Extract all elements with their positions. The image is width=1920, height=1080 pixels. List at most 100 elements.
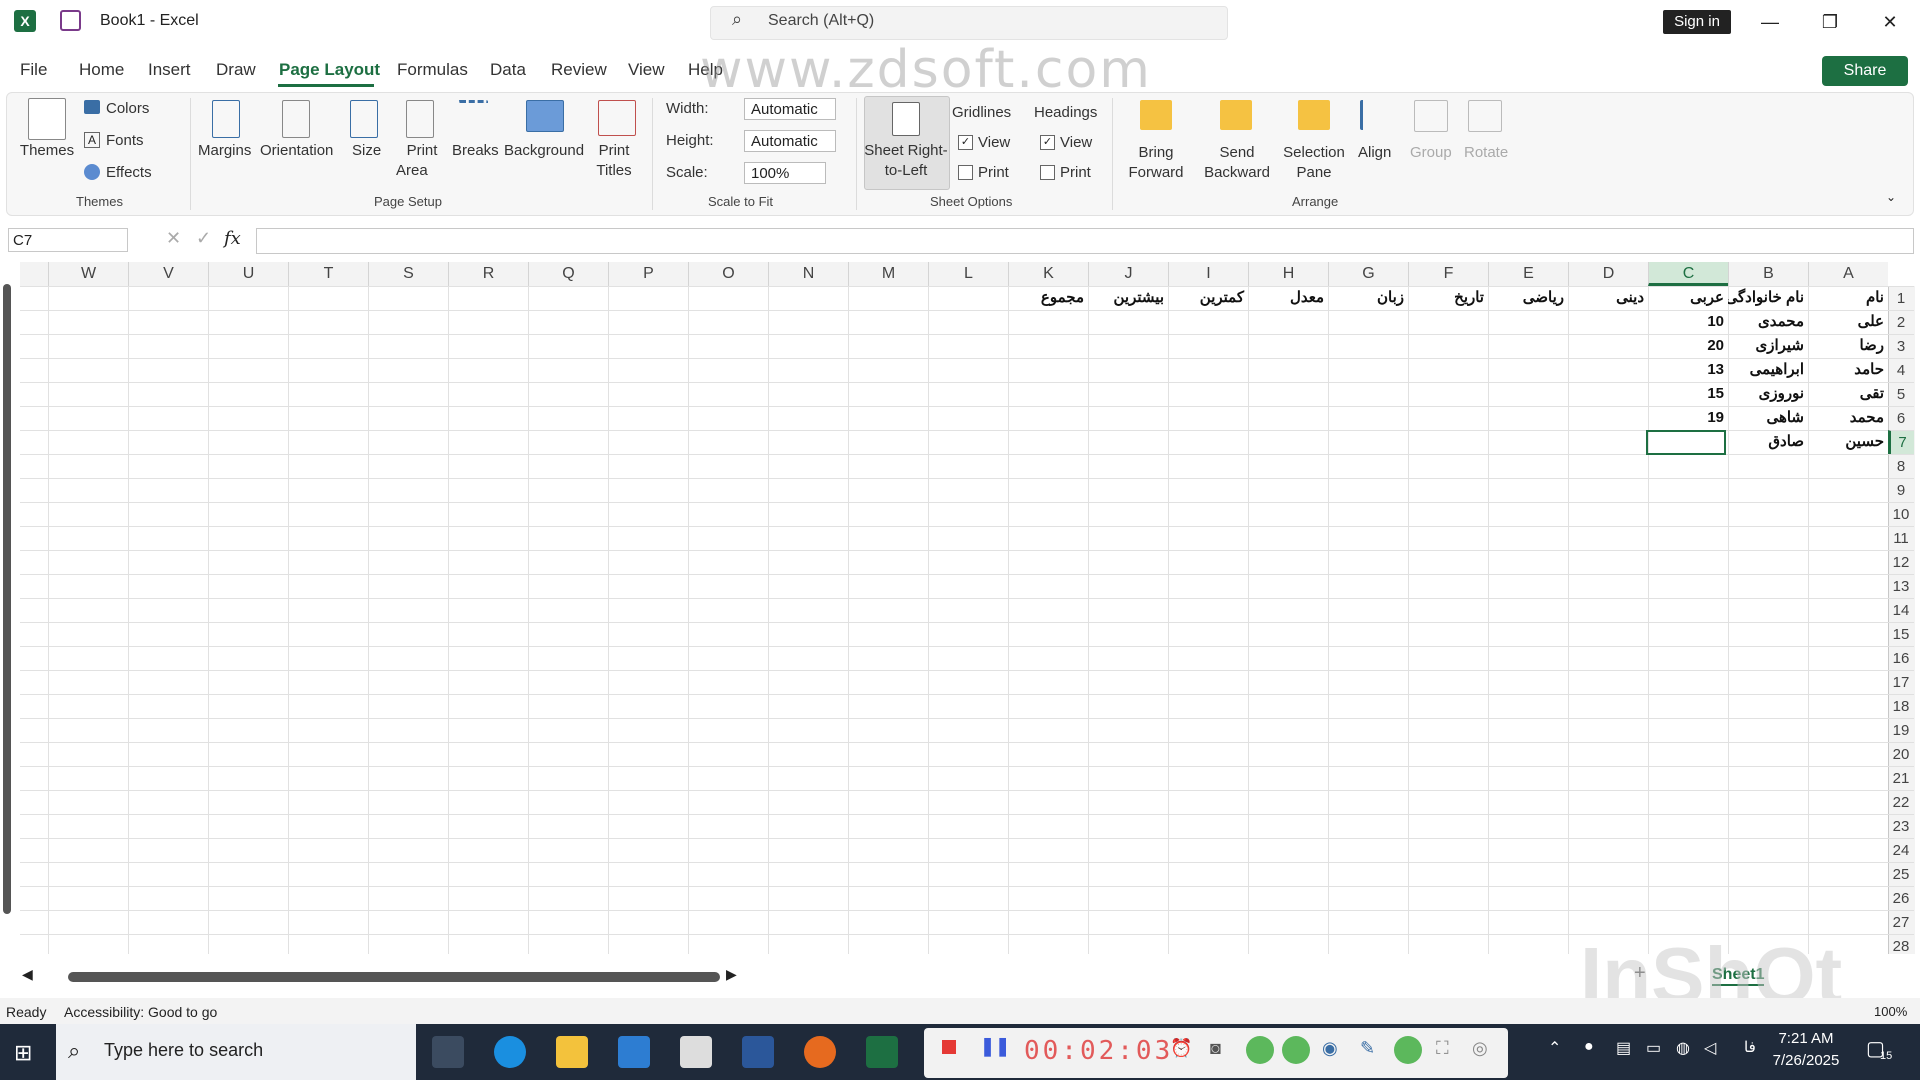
send-backward-label-1[interactable]: Send	[1198, 144, 1276, 162]
globe-icon[interactable]: ◍	[1676, 1038, 1690, 1058]
scroll-left-icon[interactable]: ◀	[22, 966, 33, 983]
column-header-v[interactable]: V	[128, 262, 208, 286]
column-header-f[interactable]: F	[1408, 262, 1488, 286]
confirm-entry-icon[interactable]: ✓	[196, 228, 211, 249]
cell-a5[interactable]: تقی	[1808, 382, 1888, 406]
row-header-5[interactable]: 5	[1888, 382, 1914, 406]
column-header-g[interactable]: G	[1328, 262, 1408, 286]
speaker-icon[interactable]	[1246, 1036, 1274, 1064]
language-indicator[interactable]: فا	[1744, 1038, 1756, 1056]
print-titles-label-1[interactable]: Print	[596, 142, 632, 160]
column-header-u[interactable]: U	[208, 262, 288, 286]
fullscreen-icon[interactable]: ⛶	[1436, 1038, 1449, 1059]
selection-pane-label-2[interactable]: Pane	[1276, 164, 1352, 182]
row-header-28[interactable]: 28	[1888, 934, 1914, 958]
cursor-icon[interactable]	[1394, 1036, 1422, 1064]
column-header-j[interactable]: J	[1088, 262, 1168, 286]
alarm-icon[interactable]: ⏰	[1170, 1038, 1192, 1059]
height-dropdown[interactable]: Automatic	[744, 130, 836, 152]
cell-a3[interactable]: رضا	[1808, 334, 1888, 358]
row-header-2[interactable]: 2	[1888, 310, 1914, 334]
column-header-l[interactable]: L	[928, 262, 1008, 286]
column-header-h[interactable]: H	[1248, 262, 1328, 286]
row-header-25[interactable]: 25	[1888, 862, 1914, 886]
cell-b7[interactable]: صادق	[1728, 430, 1808, 454]
microphone-icon[interactable]	[1282, 1036, 1310, 1064]
tray-chevron-icon[interactable]: ⌃	[1548, 1038, 1561, 1058]
cell-b5[interactable]: نوروزی	[1728, 382, 1808, 406]
row-header-3[interactable]: 3	[1888, 334, 1914, 358]
column-header-m[interactable]: M	[848, 262, 928, 286]
cell-h1[interactable]: معدل	[1248, 286, 1328, 310]
row-header-4[interactable]: 4	[1888, 358, 1914, 382]
firefox-icon[interactable]	[804, 1036, 836, 1068]
cell-a4[interactable]: حامد	[1808, 358, 1888, 382]
row-header-1[interactable]: 1	[1888, 286, 1914, 310]
cell-b3[interactable]: شیرازی	[1728, 334, 1808, 358]
row-header-22[interactable]: 22	[1888, 790, 1914, 814]
horizontal-scroll-thumb[interactable]	[68, 972, 720, 982]
cell-e1[interactable]: ریاضی	[1488, 286, 1568, 310]
row-header-19[interactable]: 19	[1888, 718, 1914, 742]
cell-a2[interactable]: علی	[1808, 310, 1888, 334]
background-button[interactable]: Background	[504, 142, 584, 160]
gridlines-view-checkbox[interactable]: ✓	[958, 135, 973, 150]
column-header-k[interactable]: K	[1008, 262, 1088, 286]
tab-review[interactable]: Review	[551, 60, 607, 80]
print-titles-label-2[interactable]: Titles	[596, 162, 632, 180]
restore-icon[interactable]: ❐	[1810, 8, 1850, 36]
headings-print-checkbox[interactable]	[1040, 165, 1055, 180]
width-dropdown[interactable]: Automatic	[744, 98, 836, 120]
collapse-ribbon-icon[interactable]: ⌄	[1886, 190, 1896, 204]
column-header-c[interactable]: C	[1648, 262, 1728, 286]
tab-page-layout[interactable]: Page Layout	[279, 60, 380, 80]
cell-i1[interactable]: کمترین	[1168, 286, 1248, 310]
row-header-21[interactable]: 21	[1888, 766, 1914, 790]
row-header-16[interactable]: 16	[1888, 646, 1914, 670]
column-header-d[interactable]: D	[1568, 262, 1648, 286]
row-header-23[interactable]: 23	[1888, 814, 1914, 838]
eye-icon[interactable]: ◎	[1472, 1038, 1488, 1059]
column-header-r[interactable]: R	[448, 262, 528, 286]
row-header-27[interactable]: 27	[1888, 910, 1914, 934]
cell-b1[interactable]: نام خانوادگی	[1728, 286, 1808, 310]
cell-c2[interactable]: 10	[1648, 310, 1728, 334]
tab-home[interactable]: Home	[79, 60, 124, 80]
column-header-b[interactable]: B	[1728, 262, 1808, 286]
row-header-17[interactable]: 17	[1888, 670, 1914, 694]
cell-b4[interactable]: ابراهیمی	[1728, 358, 1808, 382]
cell-c6[interactable]: 19	[1648, 406, 1728, 430]
formula-input[interactable]	[256, 228, 1914, 254]
webcam-icon[interactable]: ◉	[1322, 1038, 1338, 1059]
row-header-26[interactable]: 26	[1888, 886, 1914, 910]
column-header-t[interactable]: T	[288, 262, 368, 286]
minimize-icon[interactable]: —	[1750, 8, 1790, 36]
task-view-icon[interactable]	[432, 1036, 464, 1068]
cell-c3[interactable]: 20	[1648, 334, 1728, 358]
row-header-18[interactable]: 18	[1888, 694, 1914, 718]
gridlines-print-checkbox[interactable]	[958, 165, 973, 180]
bring-forward-label-1[interactable]: Bring	[1120, 144, 1192, 162]
zoom-level[interactable]: 100%	[1874, 1004, 1907, 1019]
mail-icon[interactable]	[680, 1036, 712, 1068]
cell-c4[interactable]: 13	[1648, 358, 1728, 382]
word-icon[interactable]	[742, 1036, 774, 1068]
row-header-15[interactable]: 15	[1888, 622, 1914, 646]
cell-g1[interactable]: زبان	[1328, 286, 1408, 310]
cell-f1[interactable]: تاریخ	[1408, 286, 1488, 310]
cell-c1[interactable]: عربی	[1648, 286, 1728, 310]
cancel-entry-icon[interactable]: ✕	[166, 228, 181, 249]
headings-view-checkbox[interactable]: ✓	[1040, 135, 1055, 150]
tray-mic-icon[interactable]: ●	[1584, 1038, 1594, 1056]
cell-b2[interactable]: محمدی	[1728, 310, 1808, 334]
insert-function-icon[interactable]: fx	[224, 228, 241, 249]
taskbar-clock[interactable]: 7:21 AM 7/26/2025	[1768, 1028, 1844, 1072]
camera-icon[interactable]: ◙	[1210, 1038, 1221, 1059]
fonts-button[interactable]: Fonts	[106, 132, 144, 150]
column-header-i[interactable]: I	[1168, 262, 1248, 286]
cell-k1[interactable]: مجموع	[1008, 286, 1088, 310]
cell-c5[interactable]: 15	[1648, 382, 1728, 406]
scroll-right-icon[interactable]: ▶	[726, 966, 737, 983]
row-header-20[interactable]: 20	[1888, 742, 1914, 766]
size-button[interactable]: Size	[352, 142, 381, 160]
